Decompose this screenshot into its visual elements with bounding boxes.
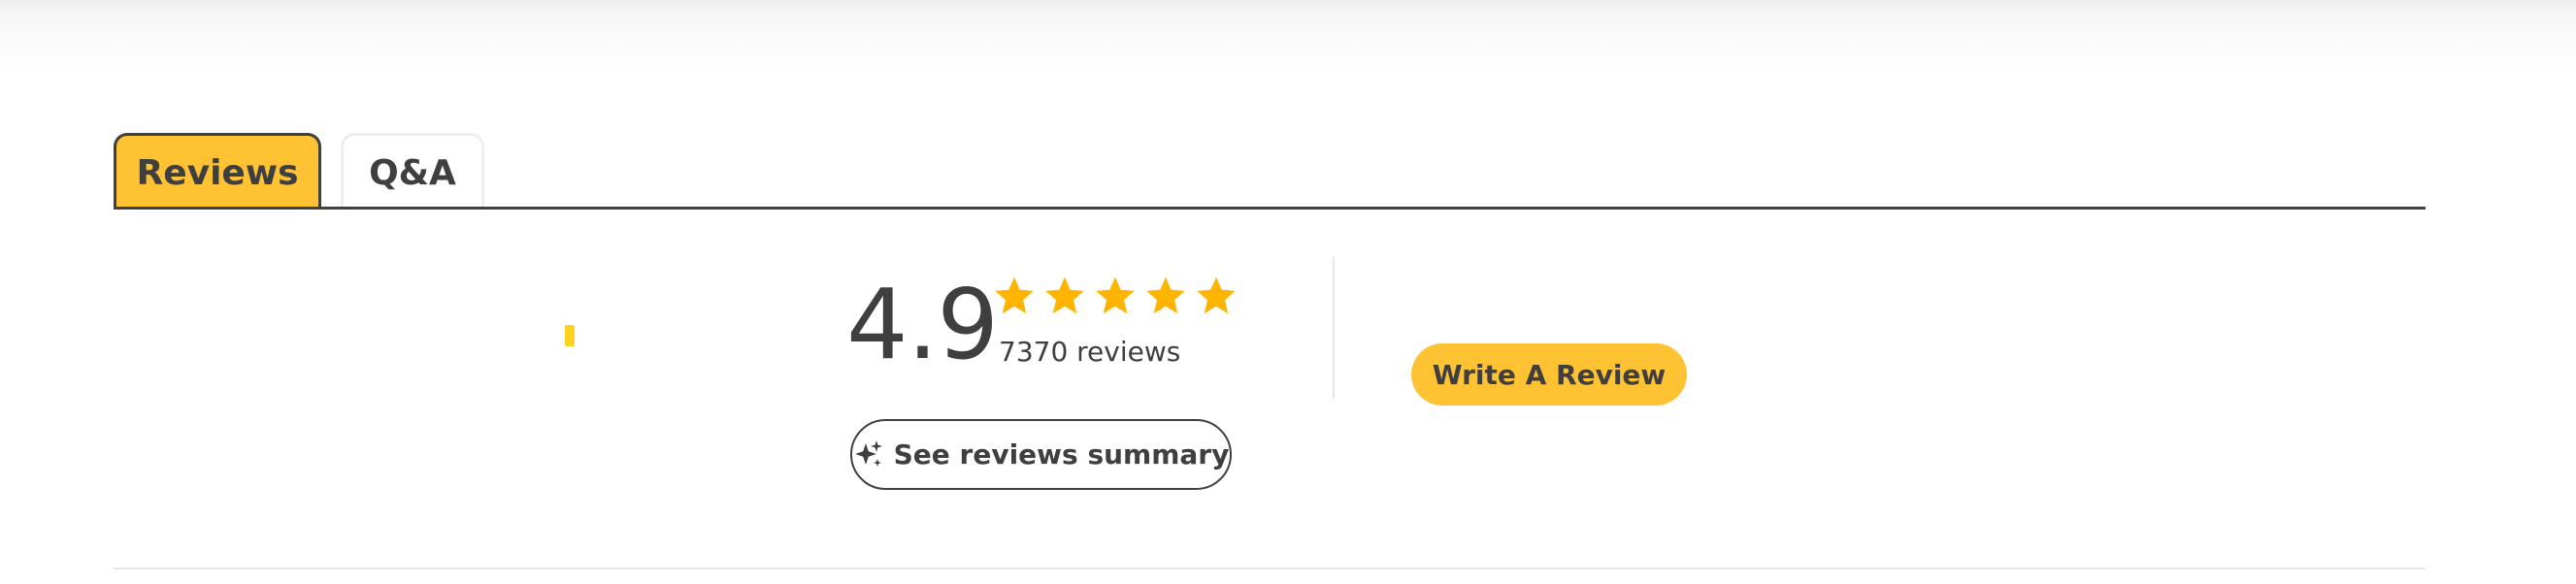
- vertical-divider: [1333, 257, 1335, 399]
- sparkle-icon: [854, 439, 882, 467]
- star-icon: [1045, 276, 1084, 314]
- bottom-divider: [114, 568, 2426, 569]
- review-tabs: Reviews Q&A: [114, 133, 484, 210]
- write-review-label: Write A Review: [1432, 358, 1667, 391]
- average-rating: 4.9: [846, 268, 999, 381]
- rating-stars: [992, 274, 1238, 318]
- star-icon: [1197, 276, 1236, 314]
- tab-qa-label: Q&A: [369, 152, 456, 193]
- star-icon: [1146, 276, 1185, 314]
- review-count: 7370 reviews: [999, 336, 1181, 368]
- see-reviews-summary-button[interactable]: See reviews summary: [850, 419, 1232, 490]
- top-shadow: [0, 0, 2576, 76]
- reviews-section-page: Reviews Q&A 4.9 7370 reviews See reviews…: [0, 0, 2576, 584]
- star-icon: [995, 276, 1034, 314]
- loading-indicator: [565, 325, 575, 346]
- write-review-button[interactable]: Write A Review: [1411, 343, 1687, 406]
- tab-qa[interactable]: Q&A: [341, 133, 484, 210]
- star-icon: [1096, 276, 1135, 314]
- tabs-underline: [114, 207, 2426, 210]
- see-reviews-summary-label: See reviews summary: [893, 438, 1230, 470]
- tab-reviews-label: Reviews: [136, 152, 299, 193]
- tab-reviews[interactable]: Reviews: [114, 133, 321, 210]
